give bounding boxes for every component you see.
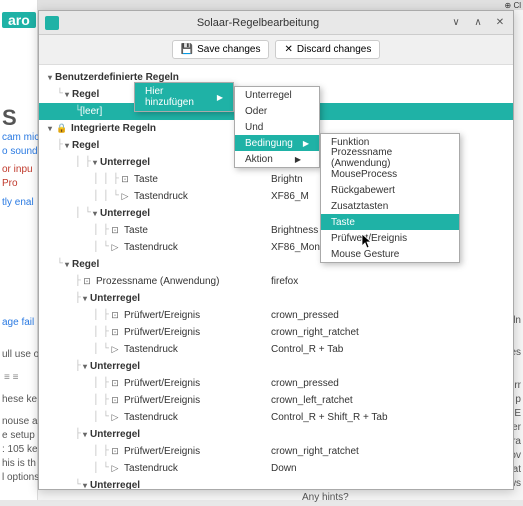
tree-subrule[interactable]: ├ ▾Unterregel [39,290,513,307]
collapse-icon[interactable]: ▾ [45,124,55,133]
menu-item-modkeys[interactable]: Zusatztasten [321,198,459,214]
tree-root-user[interactable]: ▾Benutzerdefinierte Regeln [39,69,513,86]
bg-text: o sound [2,144,38,160]
collapse-icon[interactable]: ▾ [90,158,100,167]
bg-text: ≡ ≡ [4,370,18,386]
lock-icon: 🔒 [55,123,69,134]
action-icon: ▷ [108,463,122,474]
tree-item[interactable]: │ ├ ⊡Prüfwert/Ereigniscrown_pressed [39,375,513,392]
condition-icon: ⊡ [80,276,94,287]
bg-text: hese ke [2,392,37,408]
os-tray: ⊕ Cl [505,0,521,10]
app-icon [45,16,59,30]
collapse-icon[interactable]: ▾ [80,294,90,303]
titlebar[interactable]: Solaar-Regelbearbeitung ∨ ∧ ✕ [39,11,513,35]
tree-subrule[interactable]: ├ ▾Unterregel [39,358,513,375]
collapse-icon[interactable]: ▾ [62,260,72,269]
toolbar: 💾 Save changes ✕ Discard changes [39,35,513,65]
action-icon: ▷ [108,242,122,253]
bg-text: ull use o [2,347,39,363]
save-icon: 💾 [181,44,193,55]
tree-item[interactable]: │ ├ ⊡Prüfwert/Ereigniscrown_right_ratche… [39,443,513,460]
menu-item-action[interactable]: Aktion▶ [235,151,319,167]
chevron-right-icon: ▶ [217,93,223,102]
tree-item[interactable]: │ ├ ⊡Prüfwert/Ereigniscrown_pressed [39,307,513,324]
collapse-icon[interactable]: ▾ [62,90,72,99]
tree-item[interactable]: │ └ ▷TastendruckControl_R + Shift_R + Ta… [39,409,513,426]
tree-item[interactable]: │ ├ ⊡Prüfwert/Ereigniscrown_right_ratche… [39,324,513,341]
condition-icon: ⊡ [108,378,122,389]
chevron-right-icon: ▶ [303,139,309,148]
menu-item-or[interactable]: Oder [235,103,319,119]
tree-subrule[interactable]: └ ▾Unterregel [39,477,513,489]
chevron-right-icon: ▶ [295,155,301,164]
bg-text: age fail [2,315,34,331]
bg-text: Pro [2,176,18,192]
maximize-button[interactable]: ∧ [471,16,485,30]
menu-item-key[interactable]: Taste [321,214,459,230]
save-button[interactable]: 💾 Save changes [172,40,270,59]
menu-item-condition[interactable]: Bedingung▶ [235,135,319,151]
discard-label: Discard changes [297,44,371,55]
collapse-icon[interactable]: ▾ [80,481,90,489]
collapse-icon[interactable]: ▾ [80,362,90,371]
action-icon: ▷ [118,191,132,202]
menu-item-process[interactable]: Prozessname (Anwendung) [321,150,459,166]
context-menu-add: Hier hinzufügen▶ [134,82,234,112]
menu-item-test[interactable]: Prüfwert/Ereignis [321,230,459,246]
tree-item[interactable]: │ └ ▷TastendruckDown [39,460,513,477]
condition-icon: ⊡ [108,225,122,236]
condition-icon: ⊡ [108,310,122,321]
menu-item-return[interactable]: Rückgabewert [321,182,459,198]
tree-item[interactable]: ├ ⊡Prozessname (Anwendung)firefox [39,273,513,290]
bg-text: Any hints? [302,490,349,506]
menu-header[interactable]: Hier hinzufügen▶ [135,83,233,111]
minimize-button[interactable]: ∨ [449,16,463,30]
distro-logo: aro [2,12,36,28]
menu-item-and[interactable]: Und [235,119,319,135]
tree-subrule[interactable]: ├ ▾Unterregel [39,426,513,443]
condition-icon: ⊡ [108,327,122,338]
tree-item[interactable]: │ └ ▷TastendruckControl_R + Tab [39,341,513,358]
close-button[interactable]: ✕ [493,16,507,30]
submenu-conditions: Funktion Prozessname (Anwendung) MousePr… [320,133,460,263]
action-icon: ▷ [108,412,122,423]
action-icon: ▷ [108,344,122,355]
window-title: Solaar-Regelbearbeitung [67,17,449,29]
menu-item-subrule[interactable]: Unterregel [235,87,319,103]
save-label: Save changes [197,44,260,55]
collapse-icon[interactable]: ▾ [45,73,55,82]
collapse-icon[interactable]: ▾ [62,141,72,150]
bg-text: tly enal [2,195,34,211]
collapse-icon[interactable]: ▾ [90,209,100,218]
menu-item-gesture[interactable]: Mouse Gesture [321,246,459,262]
discard-icon: ✕ [284,44,292,55]
collapse-icon[interactable]: ▾ [80,430,90,439]
tree-item[interactable]: │ ├ ⊡Prüfwert/Ereigniscrown_left_ratchet [39,392,513,409]
condition-icon: ⊡ [108,395,122,406]
condition-icon: ⊡ [118,174,132,185]
submenu-types: Unterregel Oder Und Bedingung▶ Aktion▶ [234,86,320,168]
condition-icon: ⊡ [108,446,122,457]
discard-button[interactable]: ✕ Discard changes [275,40,380,59]
os-top-bar [0,0,523,10]
